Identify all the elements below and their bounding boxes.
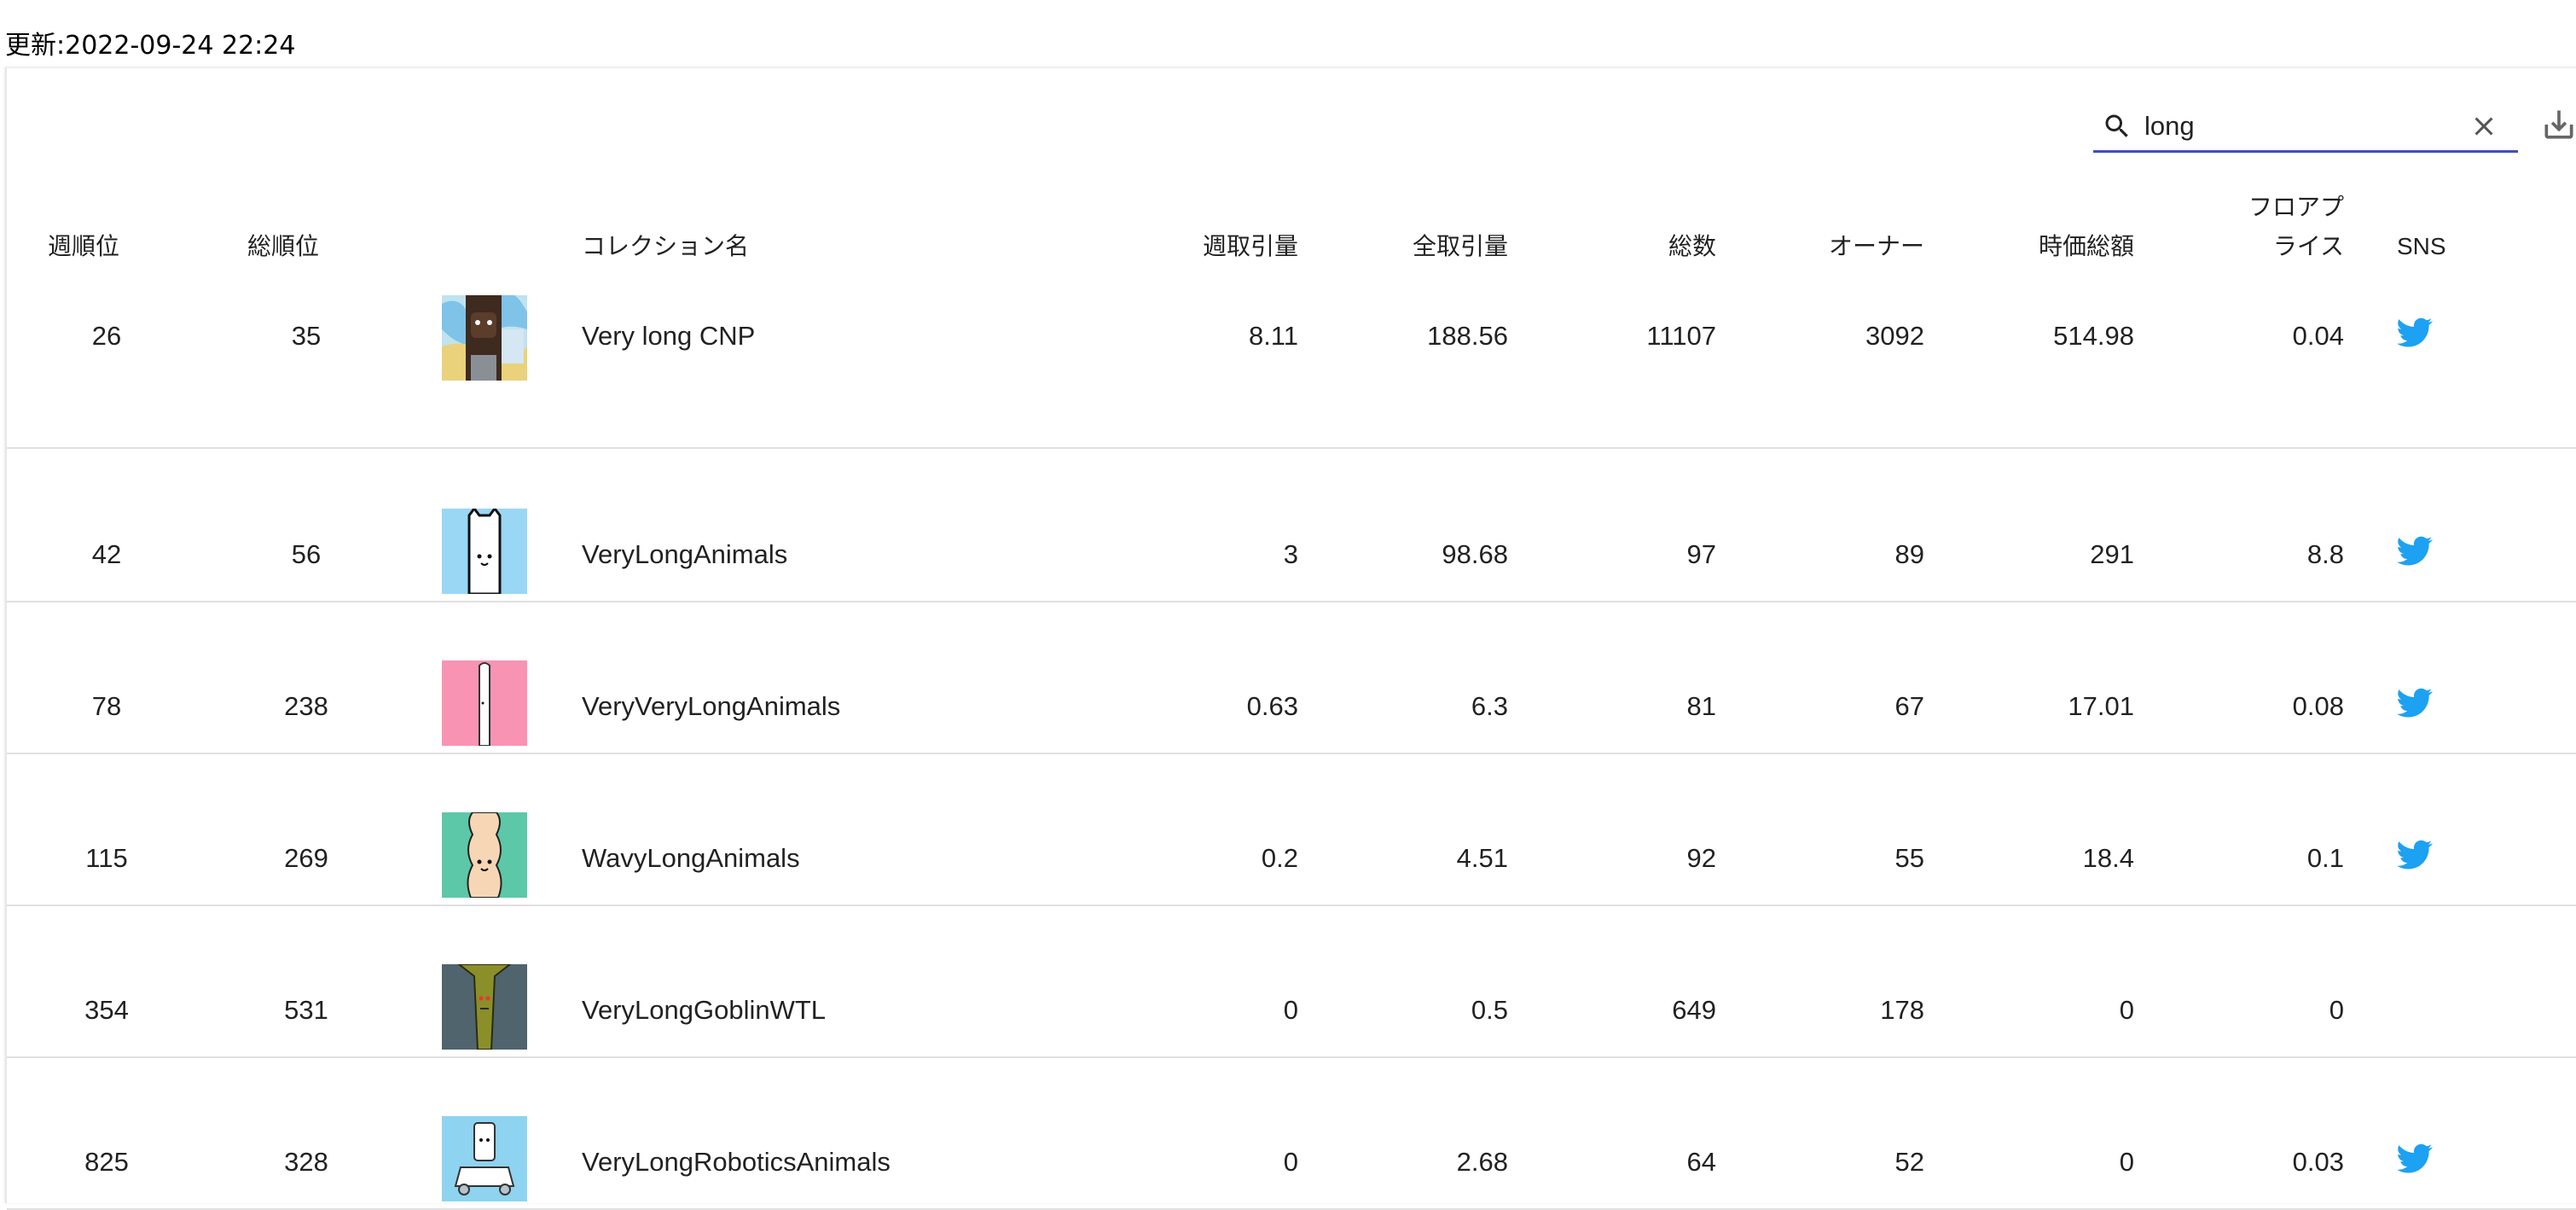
search-input[interactable] [2144,108,2451,145]
owners-cell: 178 [1880,995,1924,1025]
twitter-icon[interactable] [2397,1143,2433,1174]
total-count-cell: 11107 [1646,321,1716,351]
total-volume-cell: 0.5 [1471,995,1508,1025]
column-header-floor-price-line1: フロアプ [2248,194,2344,220]
twitter-icon[interactable] [2397,317,2433,348]
total-rank-cell: 35 [291,321,322,351]
column-header-total-count[interactable]: 総数 [1542,227,1716,266]
market-cap-cell: 0 [2119,995,2134,1025]
table-row[interactable]: 42 56 VeryLongAnimals 3 98.68 97 89 291 … [7,449,2576,602]
column-header-floor-price-line2: ライス [2272,233,2344,259]
weekly-volume-cell: 0 [1283,995,1298,1025]
table-row[interactable]: 825 328 VeryLongRoboticsAnimals 0 2.68 6… [7,1056,2576,1210]
owners-cell: 55 [1894,843,1924,873]
total-count-cell: 81 [1686,691,1716,721]
table-row[interactable]: 26 35 Very long CNP 8.11 188.56 11107 30… [7,295,2576,449]
table-row[interactable]: 354 531 VeryLongGoblinWTL 0 0.5 649 178 … [7,905,2576,1058]
weekly-rank-cell: 115 [85,843,128,873]
column-header-floor-price[interactable]: フロアプ ライス [2173,188,2344,266]
floor-price-cell: 0.04 [2292,321,2344,351]
collection-table-panel: 週順位 総順位 コレクション名 週取引量 全取引量 総数 オーナー 時価総額 フ… [5,67,2576,1210]
floor-price-cell: 0.08 [2292,691,2344,721]
total-volume-cell: 6.3 [1471,691,1508,721]
collection-name-cell[interactable]: VeryLongAnimals [582,538,787,572]
collection-thumbnail [442,509,527,594]
collection-name-cell[interactable]: VeryVeryLongAnimals [582,689,840,724]
column-header-collection-name[interactable]: コレクション名 [582,227,749,266]
collection-name-cell[interactable]: VeryLongGoblinWTL [582,993,826,1027]
weekly-rank-cell: 78 [91,691,122,721]
weekly-rank-cell: 825 [84,1147,129,1177]
twitter-icon[interactable] [2397,840,2433,870]
column-header-total-rank[interactable]: 総順位 [247,227,319,266]
floor-price-cell: 0 [2329,995,2344,1025]
owners-cell: 52 [1894,1147,1924,1177]
twitter-icon[interactable] [2397,536,2433,567]
table-header: 週順位 総順位 コレクション名 週取引量 全取引量 総数 オーナー 時価総額 フ… [7,194,2576,299]
weekly-rank-cell: 26 [91,321,122,351]
total-volume-cell: 4.51 [1456,843,1508,873]
collection-thumbnail [442,964,527,1050]
total-rank-cell: 238 [284,691,328,721]
market-cap-cell: 514.98 [2053,321,2134,351]
column-header-total-volume[interactable]: 全取引量 [1337,227,1508,266]
search-icon [2105,114,2128,137]
market-cap-cell: 18.4 [2082,843,2134,873]
collection-name-cell[interactable]: WavyLongAnimals [582,841,800,876]
total-volume-cell: 98.68 [1442,539,1508,569]
total-rank-cell: 531 [284,995,328,1025]
twitter-icon[interactable] [2397,688,2433,718]
market-cap-cell: 291 [2090,539,2134,569]
collection-thumbnail [442,660,527,746]
download-icon[interactable] [2540,106,2576,143]
weekly-rank-cell: 42 [91,539,122,569]
table-row[interactable]: 115 269 WavyLongAnimals 0.2 4.51 92 55 1… [7,753,2576,906]
owners-cell: 89 [1894,539,1924,569]
total-count-cell: 649 [1672,995,1716,1025]
weekly-volume-cell: 0 [1283,1147,1298,1177]
total-count-cell: 92 [1686,843,1716,873]
column-header-market-cap[interactable]: 時価総額 [1960,227,2134,266]
weekly-volume-cell: 0.63 [1246,691,1298,721]
owners-cell: 67 [1894,691,1924,721]
search-field[interactable] [2093,102,2518,153]
total-volume-cell: 2.68 [1456,1147,1508,1177]
total-rank-cell: 328 [284,1147,328,1177]
collection-thumbnail [442,1116,527,1201]
close-icon[interactable] [2469,111,2499,142]
market-cap-cell: 0 [2119,1147,2134,1177]
collection-thumbnail [442,295,527,381]
collection-name-cell[interactable]: VeryLongRoboticsAnimals [582,1145,891,1179]
weekly-rank-cell: 354 [84,995,129,1025]
column-header-owners[interactable]: オーナー [1747,227,1924,266]
column-header-weekly-volume[interactable]: 週取引量 [1116,227,1298,266]
market-cap-cell: 17.01 [2068,691,2134,721]
column-header-weekly-rank[interactable]: 週順位 [48,227,119,266]
total-volume-cell: 188.56 [1427,321,1508,351]
weekly-volume-cell: 0.2 [1261,843,1298,873]
collection-thumbnail [442,812,527,898]
total-count-cell: 64 [1686,1147,1716,1177]
table-row[interactable]: 78 238 VeryVeryLongAnimals 0.63 6.3 81 6… [7,601,2576,754]
weekly-volume-cell: 8.11 [1248,321,1298,351]
floor-price-cell: 0.1 [2306,843,2344,873]
total-rank-cell: 269 [284,843,328,873]
floor-price-cell: 0.03 [2292,1147,2344,1177]
total-count-cell: 97 [1686,539,1716,569]
weekly-volume-cell: 3 [1283,539,1298,569]
collection-name-cell[interactable]: Very long CNP [582,319,755,353]
column-header-sns: SNS [2397,233,2446,259]
floor-price-cell: 8.8 [2306,539,2344,569]
owners-cell: 3092 [1865,321,1924,351]
total-rank-cell: 56 [291,539,322,569]
last-updated-text: 更新:2022-09-24 22:24 [5,31,296,61]
